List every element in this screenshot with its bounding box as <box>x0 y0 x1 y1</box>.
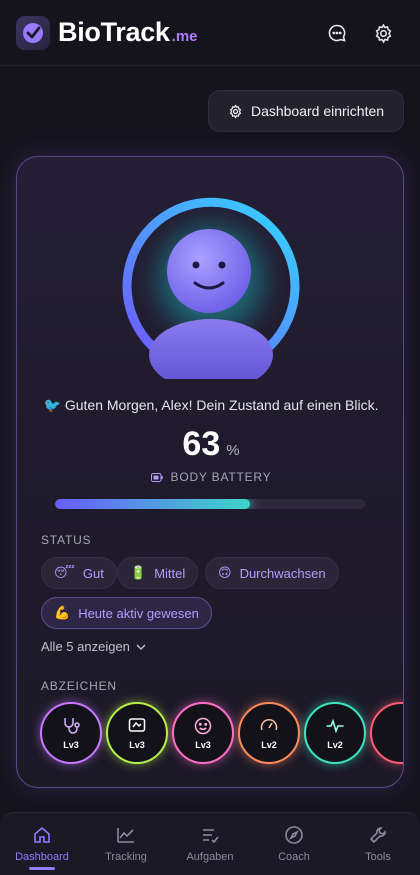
app-title-suffix: .me <box>171 28 198 45</box>
monitor-icon <box>128 718 146 732</box>
chat-bubble-icon[interactable] <box>324 20 350 46</box>
body-battery-label: BODY BATTERY <box>17 470 403 484</box>
status-chip-durchwachsen[interactable]: 🙃 Durchwachsen <box>205 557 339 589</box>
dashboard-setup-label: Dashboard einrichten <box>250 103 385 119</box>
badge-monitor[interactable]: Lv3 <box>106 702 168 764</box>
badge-level: Lv3 <box>195 740 211 750</box>
badge-level: Lv3 <box>63 740 79 750</box>
nav-active-indicator <box>29 867 55 870</box>
nav-label: Coach <box>278 851 310 863</box>
app-title: BioTrack <box>58 17 170 47</box>
badge-stethoscope[interactable]: Lv3 <box>40 702 102 764</box>
stethoscope-icon <box>64 718 80 734</box>
nav-coach[interactable]: Coach <box>252 813 336 875</box>
battery-progress-bar <box>55 499 365 509</box>
badge-partial[interactable] <box>370 702 403 764</box>
smile-icon <box>194 717 212 735</box>
nav-label: Tools <box>365 851 391 863</box>
nav-tracking[interactable]: Tracking <box>84 813 168 875</box>
trend-icon <box>117 828 134 843</box>
battery-emoji-icon: 🔋 <box>130 565 147 580</box>
nav-tools[interactable]: Tools <box>336 813 420 875</box>
badge-level: Lv3 <box>129 740 145 750</box>
avatar <box>113 183 309 391</box>
activity-icon <box>326 718 344 734</box>
logo-icon <box>16 15 50 50</box>
upside-down-face-icon: 🙃 <box>218 565 232 580</box>
body-battery-value: 63% <box>17 425 403 464</box>
chevron-down-icon <box>136 644 146 650</box>
badge-level: Lv2 <box>327 740 343 750</box>
dashboard-setup-button[interactable]: Dashboard einrichten <box>208 90 404 132</box>
badge-smile[interactable]: Lv3 <box>172 702 234 764</box>
status-chip-aktiv[interactable]: 💪 Heute aktiv gewesen <box>41 597 212 629</box>
nav-label: Aufgaben <box>186 851 234 863</box>
show-all-label: Alle 5 anzeigen <box>41 639 130 654</box>
home-icon <box>34 826 50 843</box>
status-card: 🐦 Guten Morgen, Alex! Dein Zustand auf e… <box>16 156 404 788</box>
gear-icon <box>229 103 242 119</box>
greeting-text: 🐦 Guten Morgen, Alex! Dein Zustand auf e… <box>43 397 379 413</box>
battery-progress-fill <box>55 499 251 509</box>
battery-icon <box>150 472 163 482</box>
compass-icon <box>285 826 303 844</box>
sleep-emoji-icon: 😴 <box>54 565 75 580</box>
badge-activity[interactable]: Lv2 <box>304 702 366 764</box>
status-chip-label: Heute aktiv gewesen <box>78 605 199 621</box>
status-chip-label: Durchwachsen <box>239 565 326 581</box>
gauge-icon <box>260 719 278 731</box>
nav-label: Dashboard <box>15 851 69 863</box>
badges-section-title: ABZEICHEN <box>41 679 117 693</box>
tasks-icon <box>203 829 219 844</box>
status-chip-mittel[interactable]: 🔋 Mittel <box>117 557 199 589</box>
battery-label-text: BODY BATTERY <box>170 470 272 484</box>
flexed-biceps-icon: 💪 <box>54 605 71 620</box>
nav-dashboard[interactable]: Dashboard <box>0 813 84 875</box>
wrench-icon <box>369 827 386 844</box>
badge-level: Lv2 <box>261 740 277 750</box>
status-section-title: STATUS <box>41 533 92 547</box>
show-all-status-button[interactable]: Alle 5 anzeigen <box>41 639 146 654</box>
bottom-navigation: Dashboard Tracking Aufgaben Coach Tools <box>0 812 420 875</box>
battery-number: 63 <box>182 425 221 463</box>
nav-aufgaben[interactable]: Aufgaben <box>168 813 252 875</box>
gear-icon[interactable] <box>370 20 396 46</box>
app-header: BioTrack .me <box>0 0 420 66</box>
battery-unit: % <box>226 442 240 459</box>
status-chip-gut[interactable]: 😴 Gut <box>41 557 117 589</box>
badge-gauge[interactable]: Lv2 <box>238 702 300 764</box>
status-chip-label: Mittel <box>154 565 186 581</box>
nav-label: Tracking <box>105 851 147 863</box>
status-chip-label: Gut <box>82 565 104 581</box>
